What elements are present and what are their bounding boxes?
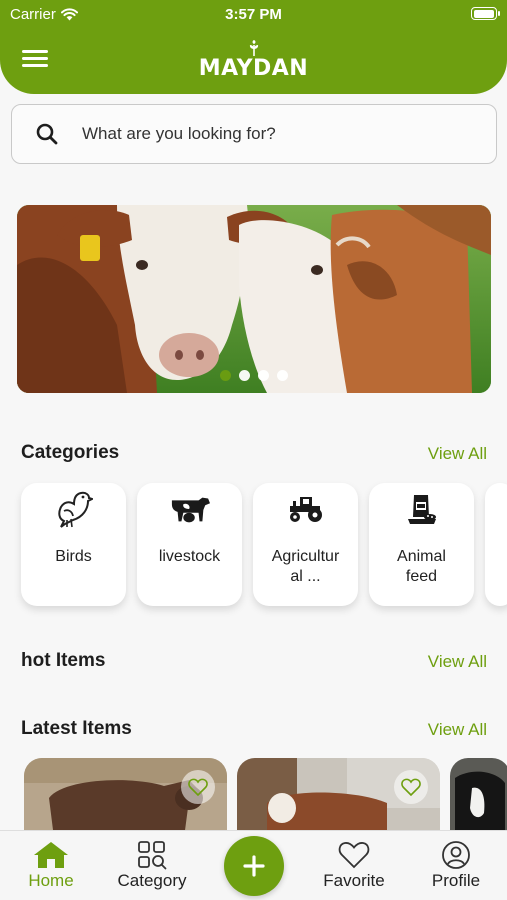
- latest-items-view-all-link[interactable]: View All: [428, 720, 487, 740]
- search-input[interactable]: [82, 124, 462, 144]
- category-label-line2: feed: [405, 568, 438, 585]
- categories-title: Categories: [21, 442, 120, 463]
- tractor-icon: [289, 497, 322, 522]
- plus-icon: [243, 855, 265, 877]
- categories-view-all-link[interactable]: View All: [428, 444, 487, 464]
- category-label-line1: Animal: [397, 548, 446, 565]
- latest-item-card[interactable]: [24, 758, 227, 838]
- status-bar: Carrier 3:57 PM: [0, 0, 507, 28]
- category-grid-icon: [138, 841, 167, 870]
- app-header: Carrier 3:57 PM MAYDAN: [0, 0, 507, 94]
- carousel-dot[interactable]: [258, 370, 269, 381]
- status-time: 3:57 PM: [225, 6, 282, 23]
- carousel-dot[interactable]: [220, 370, 231, 381]
- category-card-animal-feed[interactable]: Animal feed: [369, 483, 474, 606]
- favorite-button[interactable]: [181, 770, 215, 804]
- category-label: Agricultur al ...: [258, 547, 353, 587]
- category-label: livestock: [158, 548, 221, 565]
- category-card-birds[interactable]: Birds: [21, 483, 126, 606]
- banner-cows-image: [17, 205, 491, 393]
- nav-profile-label: Profile: [431, 871, 481, 890]
- nav-category-label: Category: [117, 871, 187, 890]
- battery-icon: [471, 7, 500, 20]
- promo-banner-carousel[interactable]: [17, 205, 491, 393]
- favorite-button[interactable]: [394, 770, 428, 804]
- category-card-partial[interactable]: [485, 483, 507, 606]
- hot-items-view-all-link[interactable]: View All: [428, 652, 487, 672]
- profile-icon: [442, 841, 470, 869]
- category-label-line2: al ...: [290, 568, 321, 585]
- bird-icon: [57, 491, 93, 528]
- search-icon: [36, 123, 58, 145]
- nav-favorite-label: Favorite: [323, 871, 385, 890]
- category-card-livestock[interactable]: livestock: [137, 483, 242, 606]
- latest-item-card[interactable]: [450, 758, 507, 838]
- heart-icon: [338, 842, 370, 869]
- home-screen: Carrier 3:57 PM MAYDAN What are you look…: [0, 0, 507, 900]
- category-label: Animal feed: [374, 547, 469, 587]
- category-label: Birds: [55, 548, 92, 565]
- home-icon: [34, 842, 68, 868]
- hot-items-title: hot Items: [21, 650, 106, 671]
- heart-outline-icon: [401, 778, 421, 796]
- nav-profile[interactable]: Profile: [411, 839, 501, 891]
- carousel-dot[interactable]: [239, 370, 250, 381]
- category-card-agricultural[interactable]: Agricultur al ...: [253, 483, 358, 606]
- carousel-dots[interactable]: [17, 370, 491, 381]
- feed-bag-icon: [407, 495, 436, 524]
- app-logo: MAYDAN: [0, 40, 507, 81]
- search-bar[interactable]: [11, 104, 497, 164]
- latest-item-card[interactable]: [237, 758, 440, 838]
- latest-items-list: [24, 758, 507, 838]
- nav-category[interactable]: Category: [107, 839, 197, 891]
- item-photo-holstein: [450, 758, 507, 838]
- categories-list: Birds livestock Agricultur al ... Animal…: [21, 483, 474, 606]
- cow-icon: [171, 497, 210, 523]
- latest-items-title: Latest Items: [21, 718, 132, 739]
- logo-text: MAYDAN: [198, 56, 309, 81]
- nav-home[interactable]: Home: [6, 839, 96, 891]
- nav-favorite[interactable]: Favorite: [309, 839, 399, 891]
- add-listing-button[interactable]: [224, 836, 284, 896]
- category-label-line1: Agricultur: [271, 548, 340, 565]
- nav-home-label: Home: [28, 871, 74, 890]
- wheat-leaf-icon: [249, 40, 258, 56]
- carousel-dot[interactable]: [277, 370, 288, 381]
- heart-outline-icon: [188, 778, 208, 796]
